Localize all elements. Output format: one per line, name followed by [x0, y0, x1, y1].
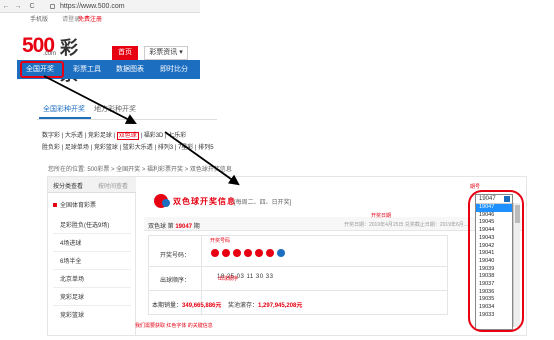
home-button[interactable]: 首页	[112, 46, 138, 60]
back-icon[interactable]: ←	[2, 0, 10, 13]
issue-bar: 双色球 第 19047 期 开奖日期：2019年4月25日 兑奖截止日期：201…	[144, 217, 522, 231]
sidebar-item[interactable]: 竞彩篮球	[60, 310, 84, 319]
tab-local[interactable]: 地方彩种开奖	[94, 104, 136, 114]
logo-domain: .com	[43, 51, 57, 57]
divider	[53, 269, 131, 270]
draw-schedule: [每周二、四、日开奖]	[234, 200, 292, 206]
lottery-link[interactable]: 7星彩	[178, 145, 193, 151]
divider	[149, 290, 447, 291]
top-strip: 手机版 请登录 免费注册	[0, 13, 200, 27]
highlight-box	[20, 61, 64, 78]
sidebar-item[interactable]: 足彩胜负(任选9场)	[60, 220, 109, 229]
red-ball	[244, 249, 252, 257]
sidebar-item[interactable]: 4场进球	[60, 238, 81, 247]
lottery-link[interactable]: 胜负彩	[42, 145, 60, 151]
tab-by-time[interactable]: 按时间查看	[98, 181, 128, 190]
address-bar[interactable]: ← → C https://www.500.com	[0, 0, 200, 13]
lottery-link-ssq[interactable]: 双色球	[116, 132, 139, 140]
sequence-label: 出球顺序：	[159, 278, 190, 284]
lottery-tabs: 全国彩种开奖 地方彩种开奖	[37, 98, 217, 120]
divider	[149, 266, 447, 267]
jackpot-pool: 奖池滚存：1,297,945,208元	[228, 303, 303, 309]
lottery-link[interactable]: 竞彩足球	[88, 133, 112, 139]
red-ball	[233, 249, 241, 257]
sidebar: 按分类查看 按时间查看 全国体育彩票 足彩胜负(任选9场) 4场进球 6场半全 …	[48, 177, 136, 335]
lottery-link[interactable]: 足球单场	[65, 145, 89, 151]
annotation-period: 期号	[470, 184, 481, 190]
lock-icon	[50, 4, 55, 9]
number-label: 开奖号码：	[159, 253, 190, 259]
nav-charts[interactable]: 数据图表	[116, 60, 144, 79]
news-menu[interactable]: 彩票资讯 ▾	[144, 46, 188, 60]
divider	[53, 251, 131, 252]
site-logo[interactable]: 500 .com 彩票	[22, 34, 78, 84]
tab-by-category[interactable]: 按分类查看	[53, 181, 83, 190]
lottery-link[interactable]: 数字彩	[42, 133, 60, 139]
open-date: 开奖日期：2019年4月25日 兑奖截止日期：2019年6月…	[344, 222, 469, 228]
sidebar-tabs: 按分类查看 按时间查看	[48, 177, 136, 193]
issue-number: 双色球 第 19047 期	[148, 224, 200, 230]
nav-live-scores[interactable]: 即时比分	[160, 60, 188, 79]
lottery-link[interactable]: 排列5	[198, 145, 213, 151]
result-panel: 按分类查看 按时间查看 全国体育彩票 足彩胜负(任选9场) 4场进球 6场半全 …	[47, 176, 527, 336]
browser-window: ← → C https://www.500.com 手机版 请登录 免费注册 5…	[0, 0, 200, 84]
lottery-row-2: 胜负彩 | 足球单场 | 竞彩篮球 | 篮彩大乐透 | 排列3 | 7星彩 | …	[42, 145, 214, 151]
sidebar-item[interactable]: 6场半全	[60, 256, 81, 265]
lottery-link[interactable]: 七乐彩	[168, 133, 186, 139]
annotation-red-numbers: 开奖号码	[210, 238, 231, 244]
forward-icon[interactable]: →	[14, 0, 22, 13]
register-link[interactable]: 免费注册	[78, 13, 102, 27]
url-text[interactable]: https://www.500.com	[60, 0, 125, 13]
screenshot: ← → C https://www.500.com 手机版 请登录 免费注册 5…	[0, 0, 554, 340]
lottery-link[interactable]: 篮彩大乐透	[123, 145, 153, 151]
lottery-link[interactable]: 福彩3D	[144, 133, 164, 139]
lottery-link[interactable]: 大乐透	[65, 133, 83, 139]
ssq-logo-icon	[154, 194, 170, 208]
blue-ball	[277, 249, 285, 257]
red-ball	[255, 249, 263, 257]
red-ball	[266, 249, 274, 257]
tab-national[interactable]: 全国彩种开奖	[43, 104, 85, 114]
sidebar-item[interactable]: 竞彩足球	[60, 292, 84, 301]
red-ball	[222, 249, 230, 257]
nav-tools[interactable]: 彩票工具	[73, 60, 101, 79]
breadcrumb: 您所在的位置: 500彩票 > 全国开奖 > 福利彩票开奖 > 双色球开奖信息	[48, 167, 232, 173]
red-ball	[211, 249, 219, 257]
sales: 本期销量：349,665,886元	[152, 303, 222, 309]
lottery-row-1: 数字彩 | 大乐透 | 竞彩足球 | 双色球 | 福彩3D | 七乐彩	[42, 132, 187, 140]
tab-underline	[39, 117, 91, 119]
divider	[53, 233, 131, 234]
reload-icon[interactable]: C	[28, 0, 36, 13]
page-title: 双色球开奖信息	[173, 197, 236, 206]
divider	[53, 287, 131, 288]
lottery-link[interactable]: 排列3	[158, 145, 173, 151]
highlight-oval	[468, 190, 524, 332]
lottery-link[interactable]: 竞彩篮球	[94, 145, 118, 151]
annotation-open-date: 开奖日期	[371, 213, 392, 219]
annotation-order: 出球顺序	[218, 276, 239, 282]
divider	[53, 305, 131, 306]
result-main: 双色球开奖信息 [每周二、四、日开奖] 双色球 第 19047 期 开奖日期：2…	[144, 177, 524, 335]
sidebar-item[interactable]: 北京单场	[60, 274, 84, 283]
mobile-link[interactable]: 手机版	[30, 13, 48, 27]
annotation-note: 我们需要获取 红色字体 的关键信息	[135, 323, 213, 329]
sidebar-heading[interactable]: 全国体育彩票	[53, 200, 96, 209]
